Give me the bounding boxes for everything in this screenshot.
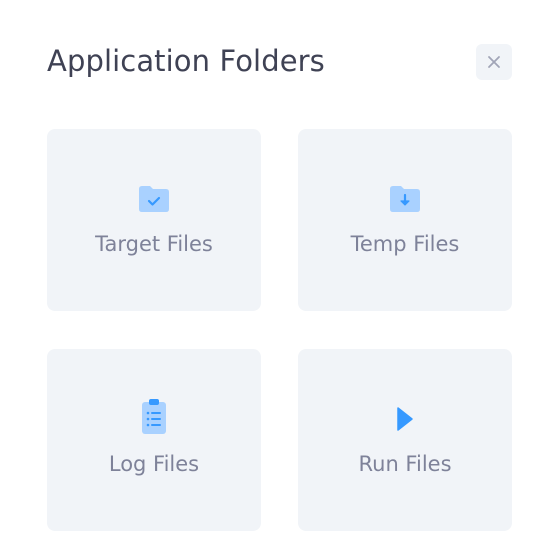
tile-label: Temp Files bbox=[350, 232, 460, 256]
tile-label: Log Files bbox=[108, 452, 200, 476]
close-icon bbox=[488, 56, 500, 68]
folder-download-icon bbox=[387, 181, 423, 217]
target-files-tile[interactable]: Target Files bbox=[47, 129, 261, 311]
play-icon bbox=[387, 401, 423, 437]
temp-files-tile[interactable]: Temp Files bbox=[298, 129, 512, 311]
clipboard-list-icon bbox=[136, 399, 172, 435]
tile-label: Run Files bbox=[358, 452, 452, 476]
application-folders-dialog: Application Folders Target Files Temp Fi… bbox=[0, 0, 559, 559]
dialog-title: Application Folders bbox=[47, 44, 325, 78]
tile-label: Target Files bbox=[95, 232, 213, 256]
folder-check-icon bbox=[136, 181, 172, 217]
close-button[interactable] bbox=[476, 44, 512, 80]
run-files-tile[interactable]: Run Files bbox=[298, 349, 512, 531]
log-files-tile[interactable]: Log Files bbox=[47, 349, 261, 531]
